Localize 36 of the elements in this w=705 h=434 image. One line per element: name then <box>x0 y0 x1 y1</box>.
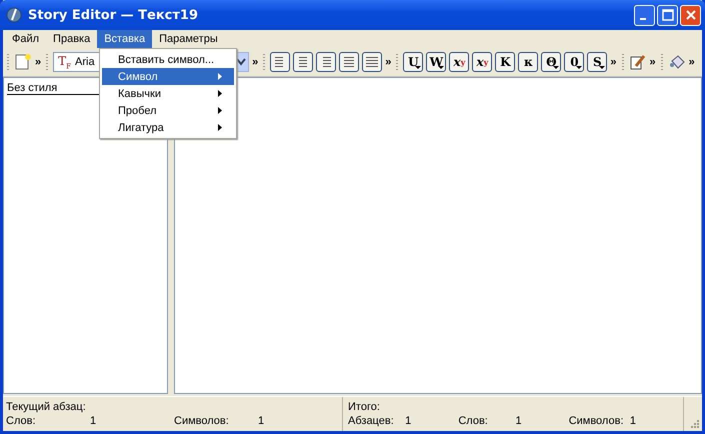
overflow-chevron[interactable]: » <box>610 56 616 68</box>
status-label: Слов: <box>6 415 37 427</box>
status-value: 1 <box>90 415 98 427</box>
format-button[interactable]: Θ <box>541 52 562 72</box>
format-button[interactable]: W <box>426 52 446 72</box>
font-name: Aria <box>75 56 95 68</box>
menu-item[interactable]: Файл <box>5 30 46 48</box>
menu-item[interactable]: Правка <box>46 30 98 48</box>
format-button[interactable]: к <box>518 52 538 72</box>
menu-item[interactable]: Вставка <box>97 30 152 48</box>
format-button[interactable]: U <box>403 52 424 72</box>
status-title: Текущий абзац: <box>6 401 87 413</box>
status-label: Слов: <box>458 415 489 427</box>
menu-option[interactable]: Пробел <box>102 102 234 119</box>
menu-option[interactable]: Символ <box>102 68 234 85</box>
status-label: Абзацев: <box>348 415 395 427</box>
status-value: 1 <box>630 415 637 427</box>
font-type-icon: T$_{F}$ <box>58 54 71 70</box>
status-label: Символов: <box>174 415 230 427</box>
status-value: 1 <box>405 415 412 427</box>
status-value: 1 <box>258 415 266 427</box>
menu-option[interactable]: Вставить символ... <box>102 51 234 68</box>
menu-option[interactable]: Лигатура <box>102 119 234 136</box>
format-button[interactable]: K <box>495 52 516 72</box>
overflow-chevron[interactable]: » <box>385 56 392 68</box>
overflow-chevron[interactable]: » <box>650 56 656 68</box>
overflow-chevron[interactable]: » <box>252 56 258 68</box>
overflow-chevron[interactable]: » <box>35 56 42 68</box>
status-value: 1 <box>515 415 523 427</box>
window-title: Story Editor — Текст19 <box>28 8 200 22</box>
overflow-chevron[interactable]: » <box>688 56 695 68</box>
format-button[interactable]: 0 <box>564 52 584 72</box>
format-button[interactable]: S <box>587 52 608 72</box>
status-label: Символов: <box>568 415 624 427</box>
status-title: Итого: <box>348 401 381 413</box>
menu-item[interactable]: Параметры <box>152 30 225 48</box>
